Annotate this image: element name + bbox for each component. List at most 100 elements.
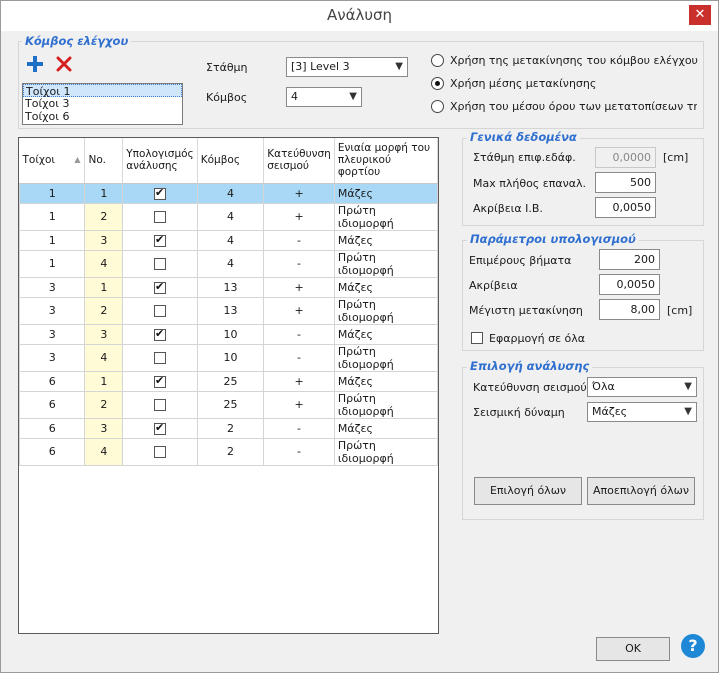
x-icon[interactable]	[55, 55, 73, 73]
radio-control-node[interactable]	[431, 54, 444, 67]
cell-no[interactable]: 2	[84, 202, 124, 231]
close-button[interactable]: ✕	[689, 5, 711, 25]
cell-walls[interactable]: 3	[19, 296, 86, 325]
ok-button[interactable]: OK	[596, 637, 670, 661]
select-all-button[interactable]: Επιλογή όλων	[474, 477, 582, 505]
cell-walls[interactable]: 6	[19, 390, 86, 419]
header-form[interactable]: Ενιαία μορφή του πλευρικού φορτίου	[334, 138, 438, 184]
calc-accuracy-field[interactable]: 0,0050	[599, 274, 660, 295]
table-row[interactable]: 61 25+Μάζες	[19, 370, 438, 392]
cell-walls[interactable]: 6	[19, 437, 86, 466]
cell-walls[interactable]: 3	[19, 323, 86, 345]
cell-node[interactable]: 4	[196, 182, 265, 204]
cell-walls[interactable]: 1	[19, 229, 86, 251]
cell-node[interactable]: 10	[196, 323, 265, 345]
table-row[interactable]: 33 10-Μάζες	[19, 323, 438, 345]
deselect-all-button[interactable]: Αποεπιλογή όλων	[587, 477, 695, 505]
list-item[interactable]: Τοίχοι 3	[23, 97, 182, 110]
cell-walls[interactable]: 6	[19, 417, 86, 439]
plus-icon[interactable]	[26, 55, 44, 73]
calc-checkbox[interactable]	[153, 352, 166, 364]
cell-no[interactable]: 1	[84, 276, 124, 298]
cell-form[interactable]: Πρώτη ιδιομορφή	[333, 343, 438, 372]
level-select[interactable]: [3] Level 3 ▼	[286, 57, 408, 77]
cell-dir[interactable]: +	[263, 390, 335, 419]
cell-no[interactable]: 3	[84, 417, 124, 439]
cell-no[interactable]: 1	[84, 370, 124, 392]
apply-all-checkbox[interactable]	[471, 332, 483, 344]
cell-dir[interactable]: -	[263, 417, 335, 439]
cell-node[interactable]: 4	[196, 249, 265, 278]
header-direction[interactable]: Κατεύθυνση σεισμού	[263, 138, 335, 184]
header-node[interactable]: Κόμβος	[197, 138, 265, 184]
cell-node[interactable]: 13	[196, 296, 265, 325]
max-iter-field[interactable]: 500	[595, 172, 656, 193]
cell-walls[interactable]: 3	[19, 276, 86, 298]
cell-node[interactable]: 2	[196, 417, 265, 439]
cell-no[interactable]: 4	[84, 437, 124, 466]
node-select[interactable]: 4 ▼	[286, 87, 362, 107]
table-row[interactable]: 3 2 13 + Πρώτη ιδιομορφή	[19, 296, 438, 325]
cell-dir[interactable]: +	[263, 276, 335, 298]
cell-form[interactable]: Μάζες	[333, 417, 438, 439]
cell-form[interactable]: Πρώτη ιδιομορφή	[333, 437, 438, 466]
radio-mean-displacement[interactable]	[431, 77, 444, 90]
table-row[interactable]: 6 4 2- Πρώτη ιδιομορφή	[19, 437, 438, 466]
cell-node[interactable]: 10	[196, 343, 265, 372]
cell-form[interactable]: Πρώτη ιδιομορφή	[333, 296, 438, 325]
calc-checkbox[interactable]	[153, 327, 166, 341]
table-row[interactable]: 13 4-Μάζες	[19, 229, 438, 251]
header-calc[interactable]: Υπολογισμός ανάλυσης	[122, 138, 198, 184]
ground-level-field[interactable]: 0,0000	[595, 147, 656, 168]
general-accuracy-field[interactable]: 0,0050	[595, 197, 656, 218]
cell-dir[interactable]: -	[263, 249, 335, 278]
radio-level-average[interactable]	[431, 100, 444, 113]
cell-walls[interactable]: 1	[19, 202, 86, 231]
list-item[interactable]: Τοίχοι 1	[23, 84, 182, 98]
cell-no[interactable]: 3	[84, 229, 124, 251]
steps-field[interactable]: 200	[599, 249, 660, 270]
table-row[interactable]: 6 2 25 + Πρώτη ιδιομορφή	[19, 390, 438, 419]
calc-checkbox[interactable]	[153, 305, 166, 317]
cell-form[interactable]: Πρώτη ιδιομορφή	[333, 202, 438, 231]
table-row[interactable]: 11 4+Μάζες	[19, 182, 438, 204]
max-disp-field[interactable]: 8,00	[599, 299, 660, 320]
cell-no[interactable]: 3	[84, 323, 124, 345]
calc-checkbox[interactable]	[153, 186, 166, 200]
cell-form[interactable]: Μάζες	[333, 276, 438, 298]
header-walls[interactable]: Τοίχοι ▲	[19, 138, 86, 184]
cell-node[interactable]: 25	[196, 370, 265, 392]
direction-select[interactable]: Όλα ▼	[587, 377, 697, 397]
cell-walls[interactable]: 6	[19, 370, 86, 392]
table-row[interactable]: 63 2-Μάζες	[19, 417, 438, 439]
cell-no[interactable]: 1	[84, 182, 124, 204]
table-row[interactable]: 1 2 4 + Πρώτη ιδιομορφή	[19, 202, 438, 231]
list-item[interactable]: Τοίχοι 6	[23, 110, 182, 123]
calc-checkbox[interactable]	[153, 374, 166, 388]
header-no[interactable]: No.	[84, 138, 124, 184]
cell-dir[interactable]: -	[263, 437, 335, 466]
cell-form[interactable]: Πρώτη ιδιομορφή	[333, 390, 438, 419]
cell-dir[interactable]: -	[263, 229, 335, 251]
cell-walls[interactable]: 1	[19, 249, 86, 278]
force-select[interactable]: Μάζες ▼	[587, 402, 697, 422]
cell-dir[interactable]: +	[263, 370, 335, 392]
cell-node[interactable]: 4	[196, 229, 265, 251]
cell-walls[interactable]: 3	[19, 343, 86, 372]
cell-form[interactable]: Μάζες	[333, 182, 438, 204]
cell-node[interactable]: 13	[196, 276, 265, 298]
cell-form[interactable]: Μάζες	[333, 229, 438, 251]
table-row[interactable]: 3 4 10- Πρώτη ιδιομορφή	[19, 343, 438, 372]
calc-checkbox[interactable]	[153, 280, 166, 294]
cell-dir[interactable]: +	[263, 202, 335, 231]
cell-form[interactable]: Μάζες	[333, 323, 438, 345]
cell-node[interactable]: 4	[196, 202, 265, 231]
calc-checkbox[interactable]	[153, 399, 166, 411]
cell-dir[interactable]: -	[263, 343, 335, 372]
calc-checkbox[interactable]	[153, 233, 166, 247]
calc-checkbox[interactable]	[153, 446, 166, 458]
table-row[interactable]: 1 4 4- Πρώτη ιδιομορφή	[19, 249, 438, 278]
calc-checkbox[interactable]	[153, 258, 166, 270]
table-row[interactable]: 31 13+Μάζες	[19, 276, 438, 298]
cell-dir[interactable]: +	[263, 182, 335, 204]
